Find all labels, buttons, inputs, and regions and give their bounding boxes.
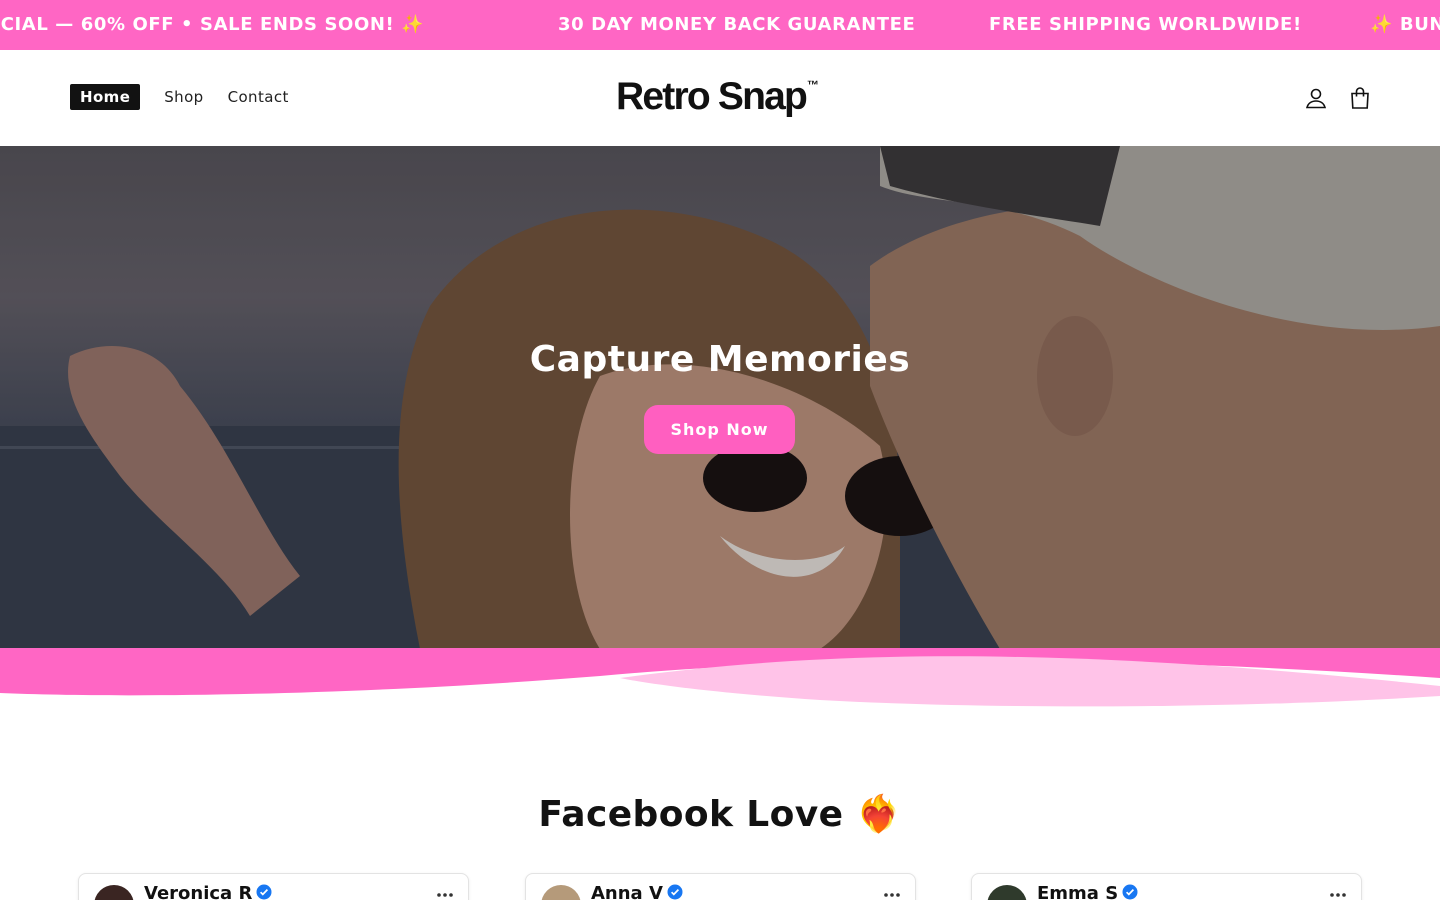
avatar bbox=[94, 885, 134, 900]
more-options-icon[interactable] bbox=[436, 892, 454, 898]
account-icon[interactable] bbox=[1303, 85, 1329, 111]
reviewer-name-row: Anna V bbox=[591, 883, 683, 900]
site-logo[interactable]: Retro Snap ™ bbox=[616, 75, 819, 119]
cart-icon[interactable] bbox=[1347, 85, 1373, 111]
verified-badge-icon bbox=[256, 884, 272, 900]
reviewer-name: Emma S bbox=[1037, 883, 1119, 900]
hero-overlay bbox=[0, 146, 1440, 649]
verified-badge-icon bbox=[667, 884, 683, 900]
reviewer-name-row: Emma S bbox=[1037, 883, 1138, 900]
shop-now-button[interactable]: Shop Now bbox=[644, 405, 795, 454]
reviewer-name: Anna V bbox=[591, 883, 663, 900]
site-header: Home Shop Contact Retro Snap ™ bbox=[0, 50, 1440, 146]
reviewer-name-row: Veronica R bbox=[144, 883, 272, 900]
announcement-text: 30 DAY MONEY BACK GUARANTEE bbox=[558, 14, 916, 35]
announcement-text: ✨ BUNDLE SPECIAL — 60% OFF • SALE ENDS S… bbox=[1370, 14, 1440, 35]
hero-banner: Capture Memories Shop Now bbox=[0, 146, 1440, 649]
review-card: Emma S bbox=[971, 873, 1362, 900]
avatar bbox=[987, 885, 1027, 900]
nav-contact-link[interactable]: Contact bbox=[228, 84, 289, 110]
logo-trademark: ™ bbox=[807, 78, 820, 92]
more-options-icon[interactable] bbox=[883, 892, 901, 898]
logo-text: Retro Snap bbox=[616, 75, 808, 118]
verified-badge-icon bbox=[1122, 884, 1138, 900]
avatar bbox=[541, 885, 581, 900]
review-card: Veronica R bbox=[78, 873, 469, 900]
nav-home-link[interactable]: Home bbox=[70, 84, 141, 110]
announcement-text: ✨ BUNDLE SPECIAL — 60% OFF • SALE ENDS S… bbox=[0, 14, 425, 35]
announcement-bar: ✨ BUNDLE SPECIAL — 60% OFF • SALE ENDS S… bbox=[0, 0, 1440, 50]
announcement-text: FREE SHIPPING WORLDWIDE! bbox=[989, 14, 1302, 35]
hero-title: Capture Memories bbox=[529, 339, 911, 380]
more-options-icon[interactable] bbox=[1329, 892, 1347, 898]
main-nav: Home Shop Contact bbox=[70, 84, 313, 110]
reviewer-name: Veronica R bbox=[144, 883, 253, 900]
review-card: Anna V bbox=[525, 873, 916, 900]
reviews-section-title: Facebook Love ❤️‍🔥 bbox=[538, 794, 902, 835]
wave-divider bbox=[0, 648, 1440, 707]
nav-shop-link[interactable]: Shop bbox=[164, 84, 203, 110]
